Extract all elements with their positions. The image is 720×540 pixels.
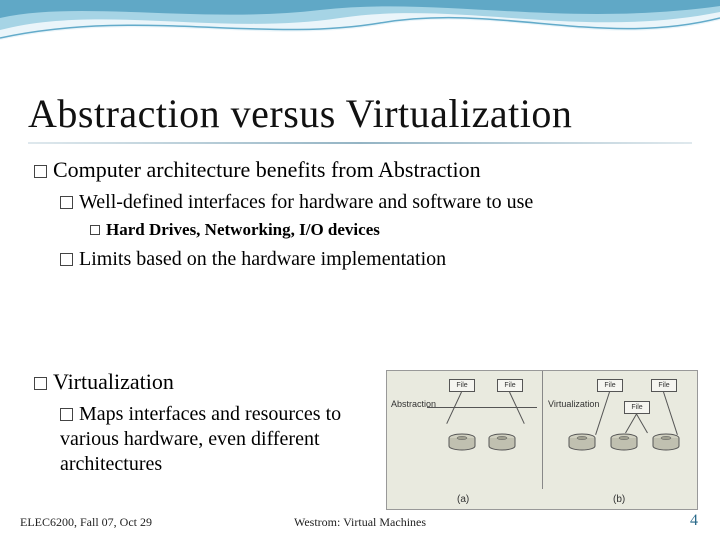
bullet-level2: Limits based on the hardware implementat… — [60, 247, 690, 272]
diagram-line — [636, 414, 648, 434]
bullet-level1: Virtualization — [34, 368, 374, 396]
diagram-line — [663, 392, 678, 435]
text: Computer architecture benefits from Abst… — [53, 157, 481, 182]
file-box: File — [651, 379, 677, 392]
slide-number: 4 — [690, 512, 698, 530]
square-bullet-icon — [60, 196, 73, 209]
disk-icon — [651, 433, 681, 451]
square-bullet-icon — [34, 165, 47, 178]
disk-icon — [567, 433, 597, 451]
virtualization-block: Virtualization Maps interfaces and resou… — [34, 368, 374, 481]
square-bullet-icon — [34, 377, 47, 390]
diagram-right-label: Virtualization — [548, 399, 599, 409]
diagram-divider — [542, 371, 543, 489]
text: Hard Drives, Networking, I/O devices — [106, 220, 380, 239]
bullet-level2: Maps interfaces and resources to various… — [60, 402, 374, 477]
file-box: File — [449, 379, 475, 392]
diagram-sub-b: (b) — [613, 494, 625, 505]
bullet-level1: Computer architecture benefits from Abst… — [34, 156, 690, 184]
file-box: File — [497, 379, 523, 392]
disk-icon — [609, 433, 639, 451]
text: Virtualization — [53, 369, 174, 394]
bullet-level2: Well-defined interfaces for hardware and… — [60, 190, 690, 215]
square-bullet-icon — [90, 225, 100, 235]
disk-icon — [487, 433, 517, 451]
square-bullet-icon — [60, 408, 73, 421]
text: Well-defined interfaces for hardware and… — [79, 191, 533, 213]
text: Limits based on the hardware implementat… — [79, 248, 446, 270]
diagram-sub-a: (a) — [457, 494, 469, 505]
diagram-line — [625, 414, 637, 434]
slide-title: Abstraction versus Virtualization — [28, 90, 572, 137]
text: Maps interfaces and resources to various… — [60, 403, 341, 475]
slide: Abstraction versus Virtualization Comput… — [0, 0, 720, 540]
file-box: File — [597, 379, 623, 392]
disk-icon — [447, 433, 477, 451]
footer-center: Westrom: Virtual Machines — [0, 515, 720, 530]
square-bullet-icon — [60, 253, 73, 266]
file-box: File — [624, 401, 650, 414]
header-wave-decoration — [0, 0, 720, 90]
abstraction-virtualization-diagram: Abstraction Virtualization File File Fil… — [386, 370, 698, 510]
body-content: Computer architecture benefits from Abst… — [34, 156, 690, 276]
title-underline — [28, 142, 692, 144]
diagram-line — [427, 407, 537, 408]
bullet-level3: Hard Drives, Networking, I/O devices — [90, 219, 690, 241]
